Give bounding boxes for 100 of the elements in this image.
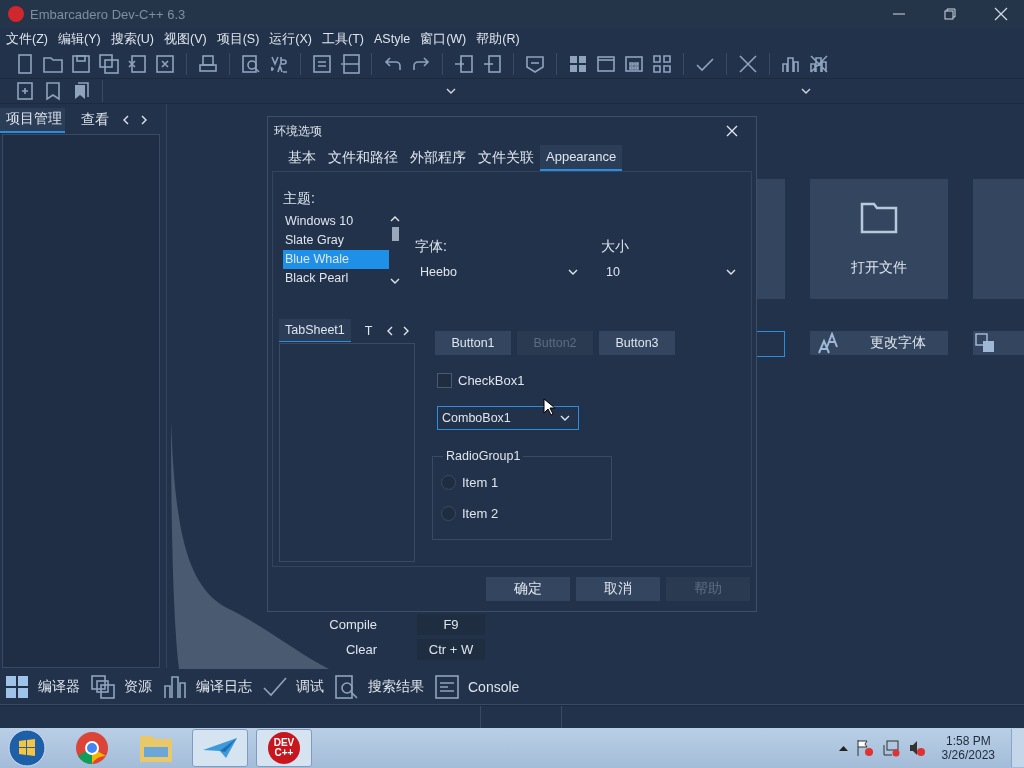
- font-label: 字体:: [415, 238, 448, 256]
- save-icon[interactable]: [70, 53, 92, 75]
- dialog-tab[interactable]: 外部程序: [404, 145, 472, 171]
- change-font-button[interactable]: 更改字体: [810, 331, 948, 355]
- chevron-left-icon[interactable]: [122, 115, 130, 125]
- window-icon[interactable]: [595, 53, 617, 75]
- folder-icon: [139, 733, 173, 763]
- bottom-tab[interactable]: Console: [468, 679, 520, 695]
- radio-button[interactable]: [441, 506, 456, 521]
- menu-item[interactable]: 视图(V): [162, 30, 215, 48]
- size-label: 大小: [601, 238, 630, 256]
- app-logo: DEV C++: [268, 732, 300, 764]
- chart-cross-icon[interactable]: [808, 53, 830, 75]
- preview-button[interactable]: Button3: [599, 331, 675, 355]
- dialog-tab[interactable]: Appearance: [540, 145, 623, 171]
- close-icon[interactable]: [994, 7, 1008, 21]
- menu-item[interactable]: 项目(S): [214, 30, 268, 48]
- dialog-tab[interactable]: 基本: [282, 145, 322, 171]
- preview-tab[interactable]: TabSheet1: [279, 319, 351, 342]
- print-icon[interactable]: [197, 53, 219, 75]
- theme-list-item[interactable]: Slate Gray: [283, 231, 389, 250]
- preview-tab[interactable]: T: [358, 319, 379, 342]
- dialog-tab[interactable]: 文件和路径: [322, 145, 404, 171]
- clock-date[interactable]: 3/26/2023: [941, 748, 995, 762]
- flag-icon[interactable]: [855, 739, 874, 757]
- clock-time[interactable]: 1:58 PM: [945, 734, 991, 748]
- chart-icon[interactable]: [162, 674, 188, 700]
- console-icon[interactable]: [434, 674, 460, 700]
- window-title: Embarcadero Dev-C++ 6.3: [30, 6, 186, 22]
- scroll-down-icon[interactable]: [390, 278, 400, 285]
- combo-box[interactable]: ComboBox1: [437, 406, 579, 430]
- close-all-icon[interactable]: [154, 53, 176, 75]
- chevron-down-icon: [801, 88, 811, 94]
- bottom-tab[interactable]: 搜索结果: [368, 678, 424, 696]
- squares-icon[interactable]: [651, 53, 673, 75]
- restore-icon[interactable]: [944, 8, 956, 20]
- copy-icon[interactable]: [90, 674, 116, 700]
- chevron-right-icon[interactable]: [402, 325, 411, 336]
- bottom-tab[interactable]: 调试: [296, 678, 324, 696]
- chevron-right-icon[interactable]: [140, 115, 148, 125]
- close-file-icon[interactable]: [126, 53, 148, 75]
- radio-group-title: RadioGroup1: [443, 449, 524, 463]
- theme-list-item[interactable]: Windows 10: [283, 212, 389, 231]
- grid-icon[interactable]: [567, 53, 589, 75]
- add-page-icon[interactable]: [14, 80, 36, 102]
- card-label: 打开文件: [851, 258, 907, 277]
- shortcut-command: Clear: [344, 642, 378, 657]
- panel-tab[interactable]: 查看: [75, 108, 112, 132]
- action-button[interactable]: [973, 331, 1024, 355]
- speaker-icon[interactable]: [907, 739, 926, 757]
- taskbar-button[interactable]: DEV C++: [256, 729, 312, 767]
- menu-item[interactable]: 搜索(U): [108, 30, 162, 48]
- mouse-cursor-icon: [543, 398, 555, 416]
- dialog-title: 环境选项: [274, 122, 322, 140]
- menu-item[interactable]: 帮助(R): [474, 30, 528, 48]
- scroll-up-icon[interactable]: [390, 215, 400, 222]
- close-icon[interactable]: [726, 125, 738, 137]
- close-icon[interactable]: [737, 53, 759, 75]
- open-file-card[interactable]: 打开文件: [810, 179, 948, 299]
- menu-item[interactable]: 工具(T): [320, 30, 372, 48]
- app-logo-icon: [8, 6, 24, 22]
- radio-label: Item 1: [462, 475, 499, 490]
- bottom-tab[interactable]: 资源: [124, 678, 152, 696]
- bottom-tab[interactable]: 编译器: [38, 678, 80, 696]
- unindent-icon[interactable]: [481, 53, 503, 75]
- network-icon[interactable]: [881, 739, 900, 757]
- chevron-left-icon[interactable]: [386, 325, 395, 336]
- theme-list-item[interactable]: Black Pearl: [283, 269, 389, 288]
- dialog-button[interactable]: 取消: [576, 577, 660, 601]
- browser-icon: [75, 731, 109, 765]
- checkbox[interactable]: [437, 373, 452, 388]
- chevron-down-icon: [568, 269, 578, 275]
- bottom-tab[interactable]: 编译日志: [196, 678, 252, 696]
- search-icon[interactable]: [334, 674, 360, 700]
- menu-item[interactable]: 运行(X): [267, 30, 320, 48]
- preview-button[interactable]: Button1: [435, 331, 511, 355]
- panel-icon[interactable]: [339, 53, 361, 75]
- dialog-button[interactable]: 确定: [486, 577, 570, 601]
- grid-icon[interactable]: [4, 674, 30, 700]
- menu-item[interactable]: 文件(Z): [4, 30, 56, 48]
- paper-plane-icon: [202, 736, 238, 760]
- taskbar-button[interactable]: [192, 729, 248, 767]
- shield-icon[interactable]: [524, 53, 546, 75]
- menu-item[interactable]: 编辑(Y): [55, 30, 109, 48]
- indent-icon[interactable]: [453, 53, 475, 75]
- start-orb-icon[interactable]: [8, 729, 46, 767]
- menu-item[interactable]: AStyle: [372, 32, 419, 46]
- chevron-up-icon[interactable]: [838, 745, 848, 751]
- panel-tab[interactable]: 项目管理: [0, 107, 65, 133]
- window-grid-icon[interactable]: [623, 53, 645, 75]
- save-all-icon[interactable]: [98, 53, 120, 75]
- dialog-tab[interactable]: 文件关联: [472, 145, 540, 171]
- translate-icon: [975, 333, 995, 353]
- chevron-down-icon: [446, 88, 456, 94]
- scrollbar-thumb[interactable]: [391, 227, 399, 241]
- theme-label: 主题:: [283, 190, 316, 208]
- list-icon[interactable]: [311, 53, 333, 75]
- menu-item[interactable]: 窗口(W): [418, 30, 475, 48]
- find-icon[interactable]: [240, 53, 262, 75]
- radio-button[interactable]: [441, 475, 456, 490]
